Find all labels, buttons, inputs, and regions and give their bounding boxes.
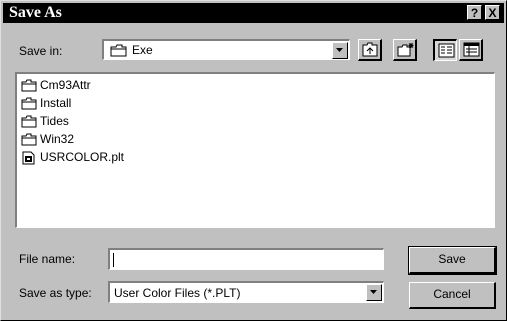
save-in-label-text: Save in: bbox=[19, 44, 63, 58]
chevron-down-icon bbox=[370, 290, 377, 294]
up-one-level-icon bbox=[362, 42, 378, 57]
file-list[interactable]: Cm93Attr Install Tides Win32 USRCOLOR.pl… bbox=[15, 72, 495, 228]
save-button-label: Save bbox=[438, 252, 466, 266]
folder-icon bbox=[21, 133, 37, 146]
new-folder-icon bbox=[397, 43, 414, 57]
close-button[interactable]: X bbox=[485, 5, 500, 20]
folder-icon bbox=[110, 44, 127, 57]
save-as-dialog: Save As ? X Save in: Exe Cm93Attr Instal… bbox=[0, 0, 507, 321]
file-name-label: File name: bbox=[19, 252, 75, 266]
list-view-button[interactable] bbox=[433, 39, 457, 61]
text-cursor bbox=[113, 253, 114, 267]
cancel-button[interactable]: Cancel bbox=[409, 282, 496, 309]
folder-icon bbox=[21, 79, 37, 92]
list-view-icon bbox=[438, 43, 455, 58]
file-name-label-text: File name: bbox=[19, 252, 76, 266]
save-as-type-dropdown-button[interactable] bbox=[366, 284, 382, 301]
folder-icon bbox=[21, 115, 37, 128]
save-in-dropdown-button[interactable] bbox=[332, 42, 348, 59]
save-as-type-value: User Color Files (*.PLT) bbox=[114, 286, 241, 300]
save-in-value: Exe bbox=[132, 43, 153, 57]
folder-icon bbox=[21, 97, 37, 110]
list-item-label: Install bbox=[40, 96, 72, 110]
details-view-button[interactable] bbox=[459, 39, 483, 61]
save-as-type-combo[interactable]: User Color Files (*.PLT) bbox=[108, 281, 384, 303]
save-as-type-label-text: Save as type: bbox=[19, 286, 92, 300]
details-view-icon bbox=[463, 42, 480, 57]
help-button[interactable]: ? bbox=[467, 5, 482, 20]
file-name-input[interactable] bbox=[108, 248, 384, 270]
list-item-label: Win32 bbox=[40, 132, 75, 146]
chevron-down-icon bbox=[336, 48, 343, 52]
new-folder-button[interactable] bbox=[393, 39, 417, 61]
up-one-level-button[interactable] bbox=[358, 39, 382, 61]
save-in-label: Save in: bbox=[19, 44, 62, 58]
save-in-combo[interactable]: Exe bbox=[102, 39, 350, 60]
save-button[interactable]: Save bbox=[408, 246, 497, 275]
file-icon bbox=[22, 151, 35, 165]
cancel-button-label: Cancel bbox=[433, 287, 471, 301]
save-as-type-label: Save as type: bbox=[19, 286, 92, 300]
list-item-label: USRCOLOR.plt bbox=[40, 150, 125, 164]
window-title: Save As bbox=[9, 4, 62, 21]
list-item-label: Tides bbox=[40, 114, 69, 128]
list-item-label: Cm93Attr bbox=[40, 78, 91, 92]
title-bar[interactable]: Save As ? X bbox=[3, 3, 504, 23]
